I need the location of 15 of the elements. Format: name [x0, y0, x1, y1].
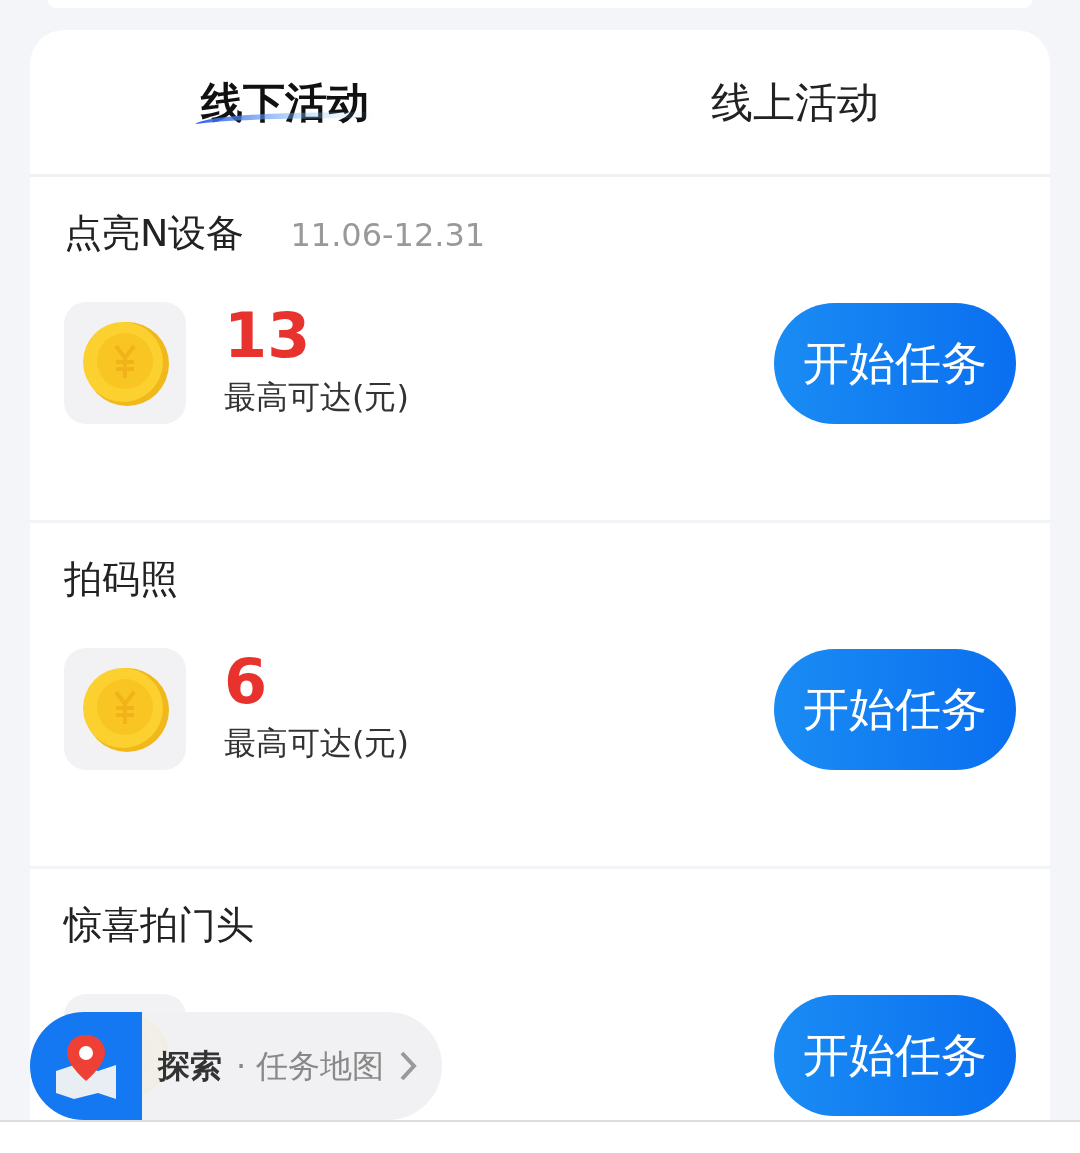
start-task-button[interactable]: 开始任务: [774, 994, 1016, 1116]
start-task-button[interactable]: 开始任务: [774, 648, 1016, 770]
task-date: 11.06-12.31: [290, 215, 486, 256]
task-title: 拍码照: [64, 556, 178, 603]
reward-amount: 13: [224, 305, 312, 367]
reward-label: 最高可达(元): [224, 723, 410, 764]
tab[interactable]: 线下活动: [30, 30, 540, 174]
map-entry-button[interactable]: 探索 · 任务地图: [142, 1012, 443, 1120]
reward-amount: 6: [224, 651, 269, 713]
reward-label: 最高可达(元): [224, 377, 410, 418]
chevron-right-icon: [398, 1050, 419, 1082]
tab[interactable]: 线上活动: [540, 30, 1050, 174]
start-task-button[interactable]: 开始任务: [774, 302, 1016, 424]
task-title: 点亮N设备: [64, 210, 245, 257]
task-title: 惊喜拍门头: [64, 902, 254, 949]
